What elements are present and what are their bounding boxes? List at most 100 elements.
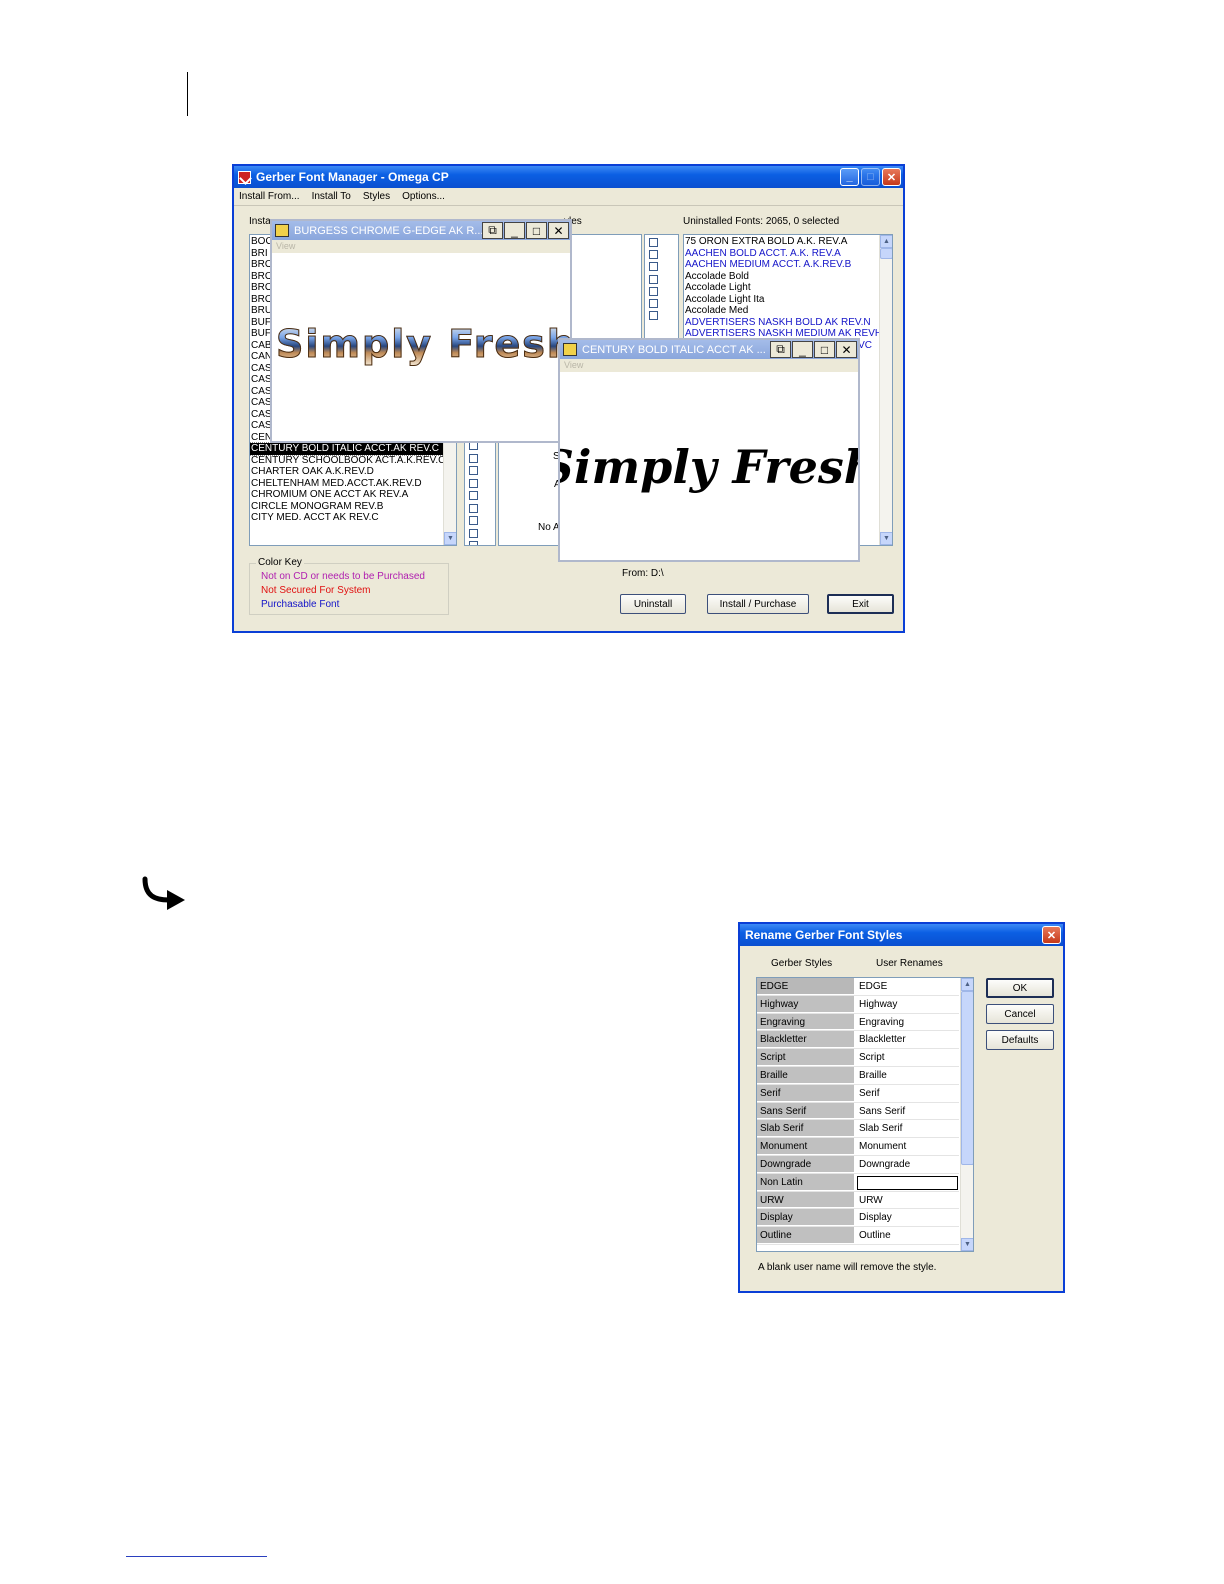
scroll-down-icon[interactable]: ▼: [444, 532, 456, 545]
century-view-menu[interactable]: View: [560, 359, 858, 372]
font-manager-menubar: Install From... Install To Styles Option…: [234, 188, 903, 206]
uninstalled-font-item[interactable]: Accolade Light: [684, 282, 892, 294]
rename-row: Blackletter Blackletter: [757, 1031, 959, 1050]
user-rename-cell[interactable]: Outline: [855, 1227, 959, 1244]
uninstalled-list-scrollbar[interactable]: ▲ ▼: [879, 235, 892, 545]
style-checkbox[interactable]: [649, 298, 658, 308]
font-checkbox[interactable]: [469, 453, 478, 463]
close-icon[interactable]: ✕: [548, 222, 569, 239]
rename-dialog-titlebar[interactable]: Rename Gerber Font Styles ✕: [740, 924, 1063, 946]
burgess-view-menu[interactable]: View: [272, 240, 570, 253]
cancel-button[interactable]: Cancel: [986, 1004, 1054, 1024]
maximize-icon[interactable]: □: [814, 341, 835, 358]
burgess-preview-title: BURGESS CHROME G-EDGE AK R...: [294, 224, 484, 237]
installed-font-item[interactable]: CHROMIUM ONE ACCT AK REV.A: [250, 489, 456, 501]
minimize-button[interactable]: _: [840, 168, 859, 186]
gerber-style-cell: Highway: [757, 995, 855, 1013]
restore-icon[interactable]: ⧉: [482, 222, 503, 239]
color-key-group: Color Key Not on CD or needs to be Purch…: [249, 557, 449, 615]
installed-font-item[interactable]: CENTURY SCHOOLBOOK ACT.A.K.REV.C: [250, 455, 456, 467]
installed-font-item[interactable]: CITY MED. ACCT AK REV.C: [250, 512, 456, 524]
menu-styles[interactable]: Styles: [363, 191, 390, 202]
rename-row: Outline Outline: [757, 1227, 959, 1245]
style-checkbox[interactable]: [649, 250, 658, 260]
scroll-up-icon[interactable]: ▲: [880, 235, 892, 248]
rename-row: URW URW: [757, 1191, 959, 1210]
style-checkbox[interactable]: [649, 238, 658, 247]
exit-button[interactable]: Exit: [827, 594, 894, 614]
menu-install-to[interactable]: Install To: [312, 191, 351, 202]
rename-row: EDGE EDGE: [757, 978, 959, 996]
user-rename-cell[interactable]: Script: [855, 1049, 959, 1066]
user-rename-cell[interactable]: Display: [855, 1209, 959, 1226]
close-button[interactable]: ✕: [882, 168, 901, 186]
user-rename-cell[interactable]: EDGE: [855, 978, 959, 995]
style-checkbox[interactable]: [649, 286, 658, 296]
user-rename-input[interactable]: [855, 1174, 959, 1191]
close-button[interactable]: ✕: [1042, 926, 1061, 944]
font-checkbox[interactable]: [469, 478, 478, 488]
user-rename-cell[interactable]: URW: [855, 1192, 959, 1209]
scroll-thumb[interactable]: [880, 248, 892, 259]
rename-styles-grid[interactable]: EDGE EDGE Highway Highway Engraving Engraving…: [756, 977, 974, 1252]
uninstalled-font-item[interactable]: Accolade Light Ita: [684, 294, 892, 306]
style-checkbox[interactable]: [649, 274, 658, 284]
uninstalled-font-item[interactable]: ADVERTISERS NASKH BOLD AK REV.N: [684, 317, 892, 329]
uninstalled-font-item[interactable]: AACHEN BOLD ACCT. A.K. REV.A: [684, 248, 892, 260]
user-rename-cell[interactable]: Downgrade: [855, 1156, 959, 1173]
user-rename-cell[interactable]: Highway: [855, 996, 959, 1013]
gerber-style-cell: Blackletter: [757, 1031, 855, 1049]
century-preview-titlebar[interactable]: CENTURY BOLD ITALIC ACCT AK ... ⧉ _ □ ✕: [560, 340, 858, 359]
uninstalled-font-item[interactable]: 75 ORON EXTRA BOLD A.K. REV.A: [684, 236, 892, 248]
font-checkbox[interactable]: [469, 503, 478, 513]
font-checkbox[interactable]: [469, 516, 478, 525]
defaults-button[interactable]: Defaults: [986, 1030, 1054, 1050]
scroll-down-icon[interactable]: ▼: [880, 532, 892, 545]
rename-grid-scrollbar[interactable]: ▲ ▼: [960, 978, 973, 1251]
gerber-style-cell: EDGE: [757, 978, 855, 995]
user-rename-cell[interactable]: Serif: [855, 1085, 959, 1102]
install-purchase-button[interactable]: Install / Purchase: [707, 594, 809, 614]
maximize-icon[interactable]: □: [526, 222, 547, 239]
installed-font-item[interactable]: CHELTENHAM MED.ACCT.AK.REV.D: [250, 478, 456, 490]
user-rename-cell[interactable]: Slab Serif: [855, 1120, 959, 1137]
user-rename-cell[interactable]: Braille: [855, 1067, 959, 1084]
gerber-style-cell: URW: [757, 1191, 855, 1209]
gerber-app-icon: [238, 170, 251, 184]
uninstalled-font-item[interactable]: Accolade Med: [684, 305, 892, 317]
scroll-thumb[interactable]: [961, 991, 973, 1165]
user-rename-cell[interactable]: Sans Serif: [855, 1103, 959, 1120]
menu-install-from[interactable]: Install From...: [239, 191, 300, 202]
uninstalled-font-item[interactable]: AACHEN MEDIUM ACCT. A.K.REV.B: [684, 259, 892, 271]
user-rename-cell[interactable]: Engraving: [855, 1014, 959, 1031]
burgess-preview-canvas: Simply Fresh: [272, 253, 570, 441]
installed-font-item[interactable]: CENTURY BOLD ITALIC ACCT.AK REV.C: [250, 442, 456, 456]
style-checkbox[interactable]: [649, 311, 658, 321]
burgess-preview-titlebar[interactable]: BURGESS CHROME G-EDGE AK R... ⧉ _ □ ✕: [272, 221, 570, 240]
font-checkbox[interactable]: [469, 491, 478, 500]
style-checkbox[interactable]: [649, 262, 658, 272]
installed-font-item[interactable]: CIRCLE MONOGRAM REV.B: [250, 501, 456, 513]
scroll-down-icon[interactable]: ▼: [961, 1238, 973, 1251]
rename-edit-box[interactable]: [857, 1175, 958, 1190]
minimize-icon[interactable]: _: [792, 341, 813, 358]
font-manager-titlebar[interactable]: Gerber Font Manager - Omega CP _ □ ✕: [234, 166, 903, 188]
uninstall-button[interactable]: Uninstall: [620, 594, 686, 614]
font-checkbox[interactable]: [469, 528, 478, 538]
user-rename-cell[interactable]: Monument: [855, 1138, 959, 1155]
restore-icon[interactable]: ⧉: [770, 341, 791, 358]
ok-button[interactable]: OK: [986, 978, 1054, 998]
uninstalled-font-item[interactable]: Accolade Bold: [684, 271, 892, 283]
installed-font-item[interactable]: CHARTER OAK A.K.REV.D: [250, 466, 456, 478]
installed-fonts-label: Insta: [249, 216, 271, 227]
user-rename-cell[interactable]: Blackletter: [855, 1031, 959, 1048]
font-checkbox[interactable]: [469, 466, 478, 475]
gerber-style-cell: Script: [757, 1049, 855, 1066]
scroll-up-icon[interactable]: ▲: [961, 978, 973, 991]
minimize-icon[interactable]: _: [504, 222, 525, 239]
close-icon[interactable]: ✕: [836, 341, 857, 358]
maximize-button[interactable]: □: [861, 168, 880, 186]
font-checkbox[interactable]: [469, 541, 478, 545]
gerber-style-cell: Braille: [757, 1066, 855, 1084]
menu-options[interactable]: Options...: [402, 191, 445, 202]
